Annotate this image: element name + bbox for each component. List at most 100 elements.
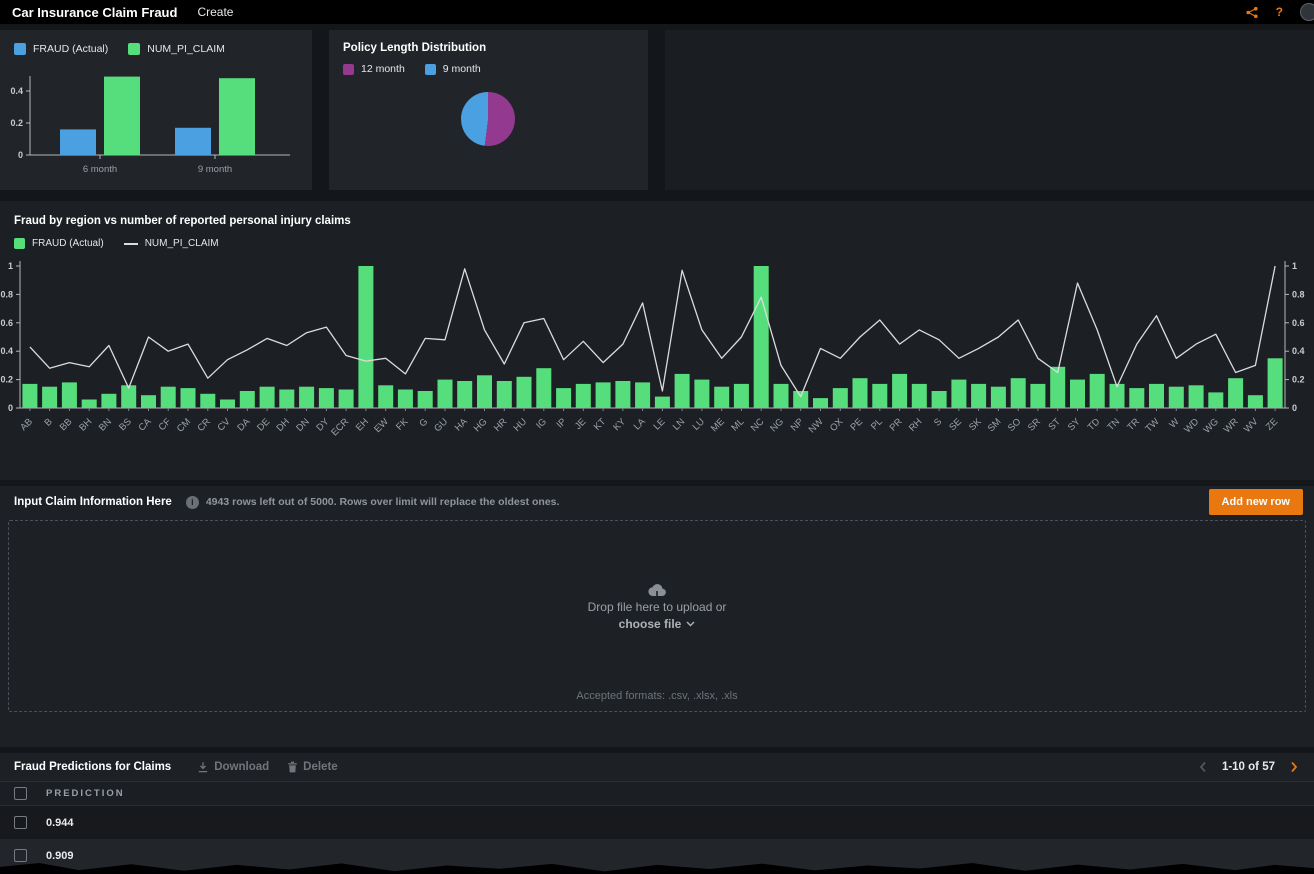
bar-ECR[interactable] [339, 390, 354, 409]
bar-IP[interactable] [556, 388, 571, 408]
bar-WV[interactable] [1248, 395, 1263, 408]
bar-WG[interactable] [1208, 392, 1223, 408]
legend-swatch-12month[interactable] [343, 64, 354, 75]
legend-label-fraud[interactable]: FRAUD (Actual) [33, 43, 108, 55]
bar-KY[interactable] [615, 381, 630, 408]
bar-AB[interactable] [22, 384, 37, 408]
bar-GU[interactable] [438, 380, 453, 408]
legend-swatch-numpiclaim[interactable] [128, 43, 140, 55]
bar-HG[interactable] [477, 375, 492, 408]
file-dropzone[interactable]: Drop file here to upload or choose file … [8, 520, 1306, 712]
panel-title: Fraud by region vs number of reported pe… [0, 201, 1314, 227]
legend-label-numpiclaim[interactable]: NUM_PI_CLAIM [145, 238, 219, 249]
bar-FK[interactable] [398, 390, 413, 409]
x-axis-label: PL [869, 416, 885, 432]
bar-WD[interactable] [1189, 385, 1204, 408]
bar-RH[interactable] [912, 384, 927, 408]
bar-LU[interactable] [694, 380, 709, 408]
legend-swatch-fraud[interactable] [14, 238, 25, 249]
bar-NP[interactable] [793, 391, 808, 408]
bar-DN[interactable] [299, 387, 314, 408]
bar-ZE[interactable] [1268, 358, 1283, 408]
bar-WR[interactable] [1228, 378, 1243, 408]
bar-SO[interactable] [1011, 378, 1026, 408]
row-checkbox[interactable] [14, 816, 27, 829]
chevron-left-icon[interactable] [1199, 761, 1207, 773]
pie-chart[interactable] [461, 92, 515, 146]
bar-fraud-9 month[interactable] [175, 128, 211, 155]
bar-DA[interactable] [240, 391, 255, 408]
menu-create[interactable]: Create [197, 5, 233, 19]
bar-NC[interactable] [754, 266, 769, 408]
bar-EH[interactable] [358, 266, 373, 408]
bar-B[interactable] [42, 387, 57, 408]
legend-label-9month[interactable]: 9 month [443, 63, 481, 75]
legend-line-swatch[interactable] [124, 243, 138, 245]
legend-label-12month[interactable]: 12 month [361, 63, 405, 75]
legend-label-numpiclaim[interactable]: NUM_PI_CLAIM [147, 43, 225, 55]
bar-HU[interactable] [517, 377, 532, 408]
bar-BB[interactable] [62, 382, 77, 408]
row-checkbox[interactable] [14, 849, 27, 862]
bar-PE[interactable] [853, 378, 868, 408]
bar-JE[interactable] [576, 384, 591, 408]
bar-ME[interactable] [714, 387, 729, 408]
bar-SR[interactable] [1030, 384, 1045, 408]
bar-CM[interactable] [181, 388, 196, 408]
bar-ML[interactable] [734, 384, 749, 408]
bar-KT[interactable] [596, 382, 611, 408]
bar-CA[interactable] [141, 395, 156, 408]
bar-BH[interactable] [82, 400, 97, 409]
y-axis-label-right: 0 [1292, 403, 1297, 413]
bar-SE[interactable] [951, 380, 966, 408]
bar-S[interactable] [932, 391, 947, 408]
bar-CF[interactable] [161, 387, 176, 408]
bar-W[interactable] [1169, 387, 1184, 408]
add-new-row-button[interactable]: Add new row [1209, 489, 1303, 515]
share-icon[interactable] [1245, 6, 1259, 19]
bar-LN[interactable] [675, 374, 690, 408]
bar-CV[interactable] [220, 400, 235, 409]
bar-TW[interactable] [1149, 384, 1164, 408]
bar-numpiclaim-9 month[interactable] [219, 78, 255, 155]
bar-DH[interactable] [279, 390, 294, 409]
x-axis-label: HR [492, 416, 510, 434]
bar-SY[interactable] [1070, 380, 1085, 408]
bar-PL[interactable] [872, 384, 887, 408]
bar-HR[interactable] [497, 381, 512, 408]
bar-BN[interactable] [101, 394, 116, 408]
avatar[interactable] [1300, 3, 1314, 21]
legend-swatch-9month[interactable] [425, 64, 436, 75]
bar-TN[interactable] [1110, 384, 1125, 408]
bar-NG[interactable] [774, 384, 789, 408]
bar-DY[interactable] [319, 388, 334, 408]
help-icon[interactable]: ? [1276, 5, 1283, 19]
bar-IG[interactable] [536, 368, 551, 408]
bar-SK[interactable] [971, 384, 986, 408]
bar-fraud-6 month[interactable] [60, 129, 96, 155]
bar-HA[interactable] [457, 381, 472, 408]
bar-G[interactable] [418, 391, 433, 408]
bar-numpiclaim-6 month[interactable] [104, 77, 140, 155]
bar-TD[interactable] [1090, 374, 1105, 408]
legend-label-fraud[interactable]: FRAUD (Actual) [32, 238, 104, 249]
delete-button[interactable]: Delete [287, 761, 338, 773]
bar-CR[interactable] [200, 394, 215, 408]
x-axis-label: W [1167, 416, 1181, 430]
choose-file-button[interactable]: choose file [9, 617, 1305, 631]
select-all-checkbox[interactable] [14, 787, 27, 800]
bar-EW[interactable] [378, 385, 393, 408]
bar-TR[interactable] [1129, 388, 1144, 408]
download-button[interactable]: Download [197, 761, 269, 773]
bar-PR[interactable] [892, 374, 907, 408]
x-axis-label: DN [294, 416, 312, 434]
bar-NW[interactable] [813, 398, 828, 408]
section-header: Input Claim Information Here i 4943 rows… [0, 486, 1314, 514]
bar-OX[interactable] [833, 388, 848, 408]
bar-SM[interactable] [991, 387, 1006, 408]
bar-DE[interactable] [260, 387, 275, 408]
bar-LE[interactable] [655, 397, 670, 408]
legend-swatch-fraud[interactable] [14, 43, 26, 55]
chevron-right-icon[interactable] [1290, 761, 1298, 773]
bar-LA[interactable] [635, 382, 650, 408]
